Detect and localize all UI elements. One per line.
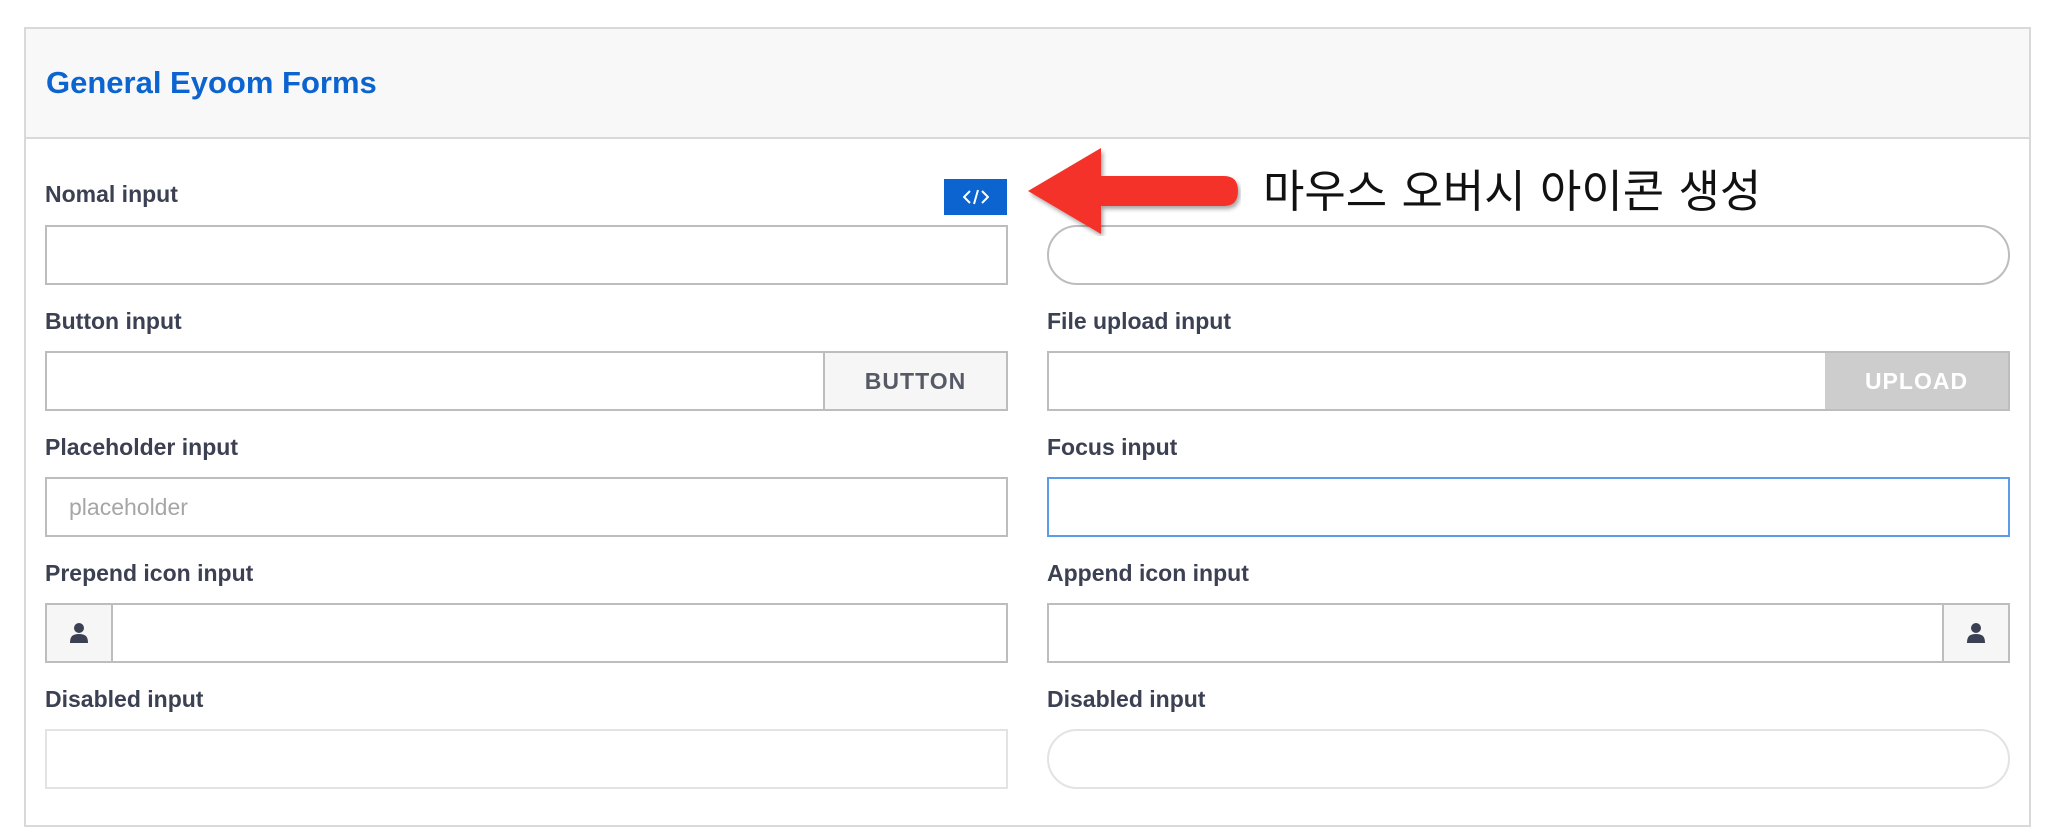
prepend-icon-input-label: Prepend icon input	[45, 560, 254, 586]
code-view-button[interactable]	[944, 179, 1007, 215]
user-icon	[1967, 623, 1985, 643]
panel-header: General Eyoom Forms	[26, 29, 2029, 139]
focus-input[interactable]	[1047, 477, 2010, 537]
button-addon[interactable]: BUTTON	[823, 353, 1006, 409]
normal-input-label: Nomal input	[45, 181, 178, 207]
annotation-text: 마우스 오버시 아이콘 생성	[1263, 165, 1762, 218]
button-input-label: Button input	[45, 308, 182, 334]
prepend-icon-input[interactable]	[45, 603, 1008, 663]
focus-input-label: Focus input	[1047, 434, 1178, 460]
placeholder-input-label: Placeholder input	[45, 434, 238, 460]
prepend-addon	[47, 605, 113, 661]
append-addon	[1942, 605, 2008, 661]
disabled-input-right	[1047, 729, 2010, 789]
disabled-input-label-right: Disabled input	[1047, 686, 1206, 712]
append-icon-input[interactable]	[1047, 603, 2010, 663]
code-icon	[962, 189, 989, 205]
append-icon-input-label: Append icon input	[1047, 560, 1249, 586]
red-arrow-icon	[1028, 148, 1238, 234]
placeholder-input[interactable]: placeholder	[45, 477, 1008, 537]
file-upload-input-label: File upload input	[1047, 308, 1231, 334]
disabled-input-label-left: Disabled input	[45, 686, 204, 712]
user-icon	[70, 623, 88, 643]
button-input[interactable]: BUTTON	[45, 351, 1008, 411]
file-upload-input[interactable]: UPLOAD	[1047, 351, 2010, 411]
upload-button[interactable]: UPLOAD	[1825, 353, 2008, 409]
panel-title: General Eyoom Forms	[46, 65, 377, 100]
placeholder-text: placeholder	[69, 494, 188, 520]
normal-input[interactable]	[45, 225, 1008, 285]
disabled-input-left	[45, 729, 1008, 789]
